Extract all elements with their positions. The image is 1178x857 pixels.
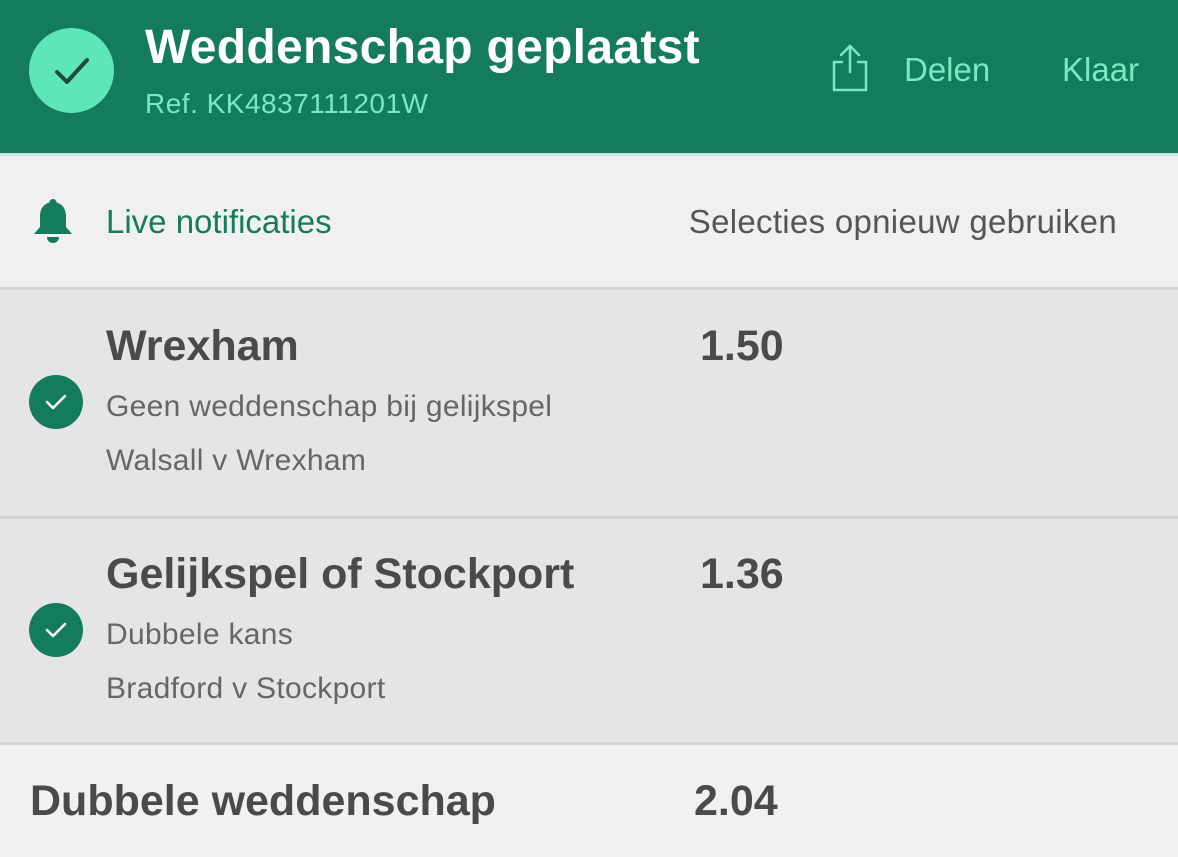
live-notifications-label: Live notificaties bbox=[106, 203, 332, 240]
bet-type-label: Dubbele weddenschap bbox=[30, 777, 496, 825]
selection-market: Dubbele kans bbox=[106, 618, 294, 651]
total-odds: 2.04 bbox=[694, 777, 778, 825]
live-notifications-button[interactable]: Live notificaties bbox=[30, 196, 332, 248]
bet-placed-header: Weddenschap geplaatst Ref. KK4837111201W… bbox=[0, 0, 1178, 153]
page-title: Weddenschap geplaatst bbox=[145, 21, 700, 74]
check-circle-icon bbox=[29, 603, 83, 657]
check-circle-icon bbox=[29, 28, 114, 113]
selection-name: Gelijkspel of Stockport bbox=[106, 550, 575, 598]
selection-name: Wrexham bbox=[106, 322, 299, 370]
bet-reference: Ref. KK4837111201W bbox=[145, 88, 429, 119]
done-button[interactable]: Klaar bbox=[1062, 40, 1139, 100]
share-label: Delen bbox=[904, 51, 991, 88]
selection-market: Geen weddenschap bij gelijkspel bbox=[106, 390, 553, 423]
share-icon bbox=[830, 42, 870, 99]
selection-event: Bradford v Stockport bbox=[106, 672, 386, 705]
reuse-selections-label: Selecties opnieuw gebruiken bbox=[688, 203, 1117, 240]
done-label: Klaar bbox=[1062, 51, 1140, 88]
selection-event: Walsall v Wrexham bbox=[106, 444, 367, 477]
share-button[interactable]: Delen bbox=[830, 40, 990, 100]
bell-icon bbox=[30, 196, 76, 249]
selection-odds: 1.36 bbox=[700, 550, 784, 598]
action-row: Live notificaties Selecties opnieuw gebr… bbox=[0, 156, 1178, 287]
selection-item: Wrexham 1.50 Geen weddenschap bij gelijk… bbox=[0, 290, 1178, 516]
check-circle-icon bbox=[29, 375, 83, 429]
reuse-selections-button[interactable]: Selecties opnieuw gebruiken bbox=[689, 196, 1117, 248]
selection-item: Gelijkspel of Stockport 1.36 Dubbele kan… bbox=[0, 519, 1178, 745]
selection-odds: 1.50 bbox=[700, 322, 784, 370]
bet-total-row: Dubbele weddenschap 2.04 bbox=[0, 745, 1178, 857]
